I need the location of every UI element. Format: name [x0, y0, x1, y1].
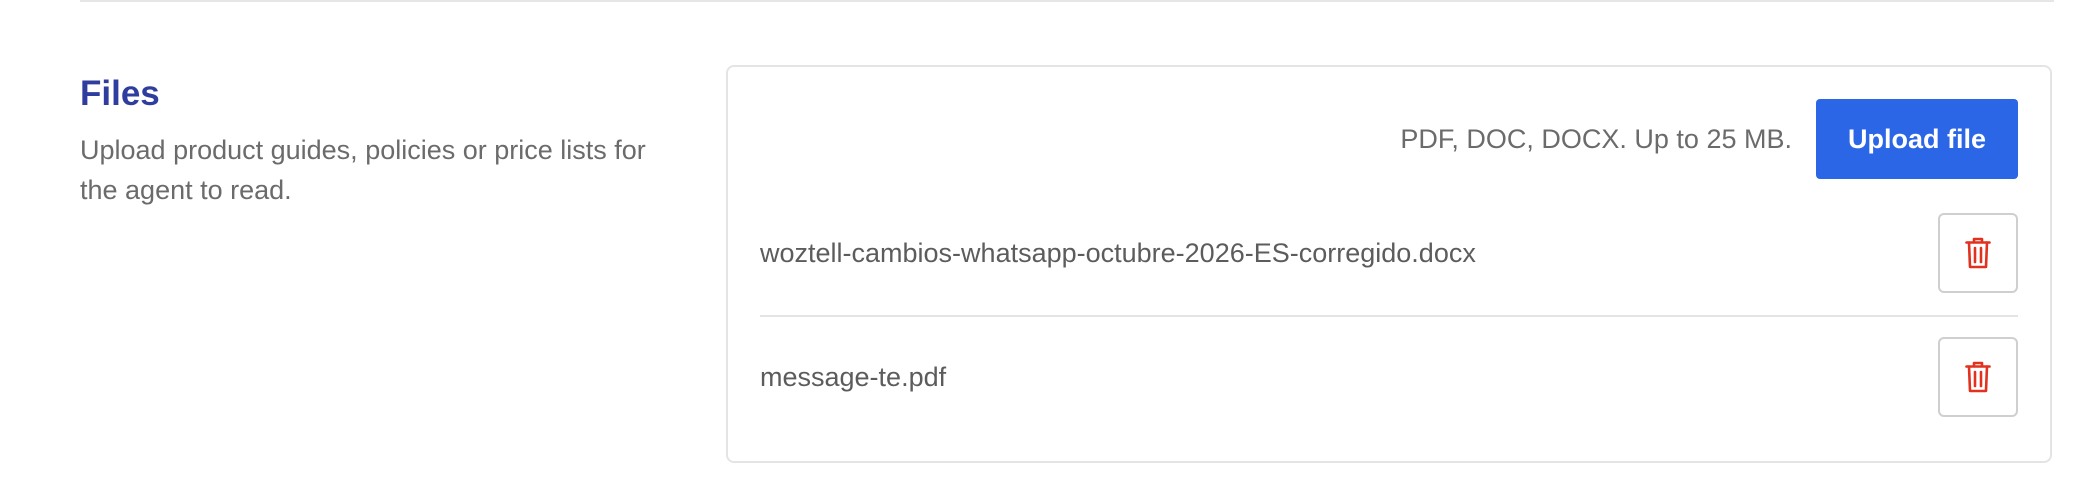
file-item: message-te.pdf — [760, 315, 2018, 437]
top-divider — [80, 0, 2054, 2]
upload-file-button[interactable]: Upload file — [1815, 99, 2018, 179]
files-section-info: Files Upload product guides, policies or… — [80, 72, 680, 210]
files-card: PDF, DOC, DOCX. Up to 25 MB. Upload file… — [726, 65, 2052, 463]
delete-file-button[interactable] — [1938, 213, 2018, 293]
file-name: woztell-cambios-whatsapp-octubre-2026-ES… — [760, 237, 1476, 268]
upload-hint: PDF, DOC, DOCX. Up to 25 MB. — [1400, 123, 1792, 154]
trash-icon — [1965, 361, 1991, 393]
file-list: woztell-cambios-whatsapp-octubre-2026-ES… — [760, 213, 2018, 437]
delete-file-button[interactable] — [1938, 337, 2018, 417]
file-item: woztell-cambios-whatsapp-octubre-2026-ES… — [760, 191, 2018, 315]
section-description: Upload product guides, policies or price… — [80, 135, 646, 205]
section-title: Files — [80, 74, 160, 113]
file-name: message-te.pdf — [760, 361, 947, 392]
upload-row: PDF, DOC, DOCX. Up to 25 MB. Upload file — [1400, 99, 2018, 179]
trash-icon — [1965, 237, 1991, 269]
